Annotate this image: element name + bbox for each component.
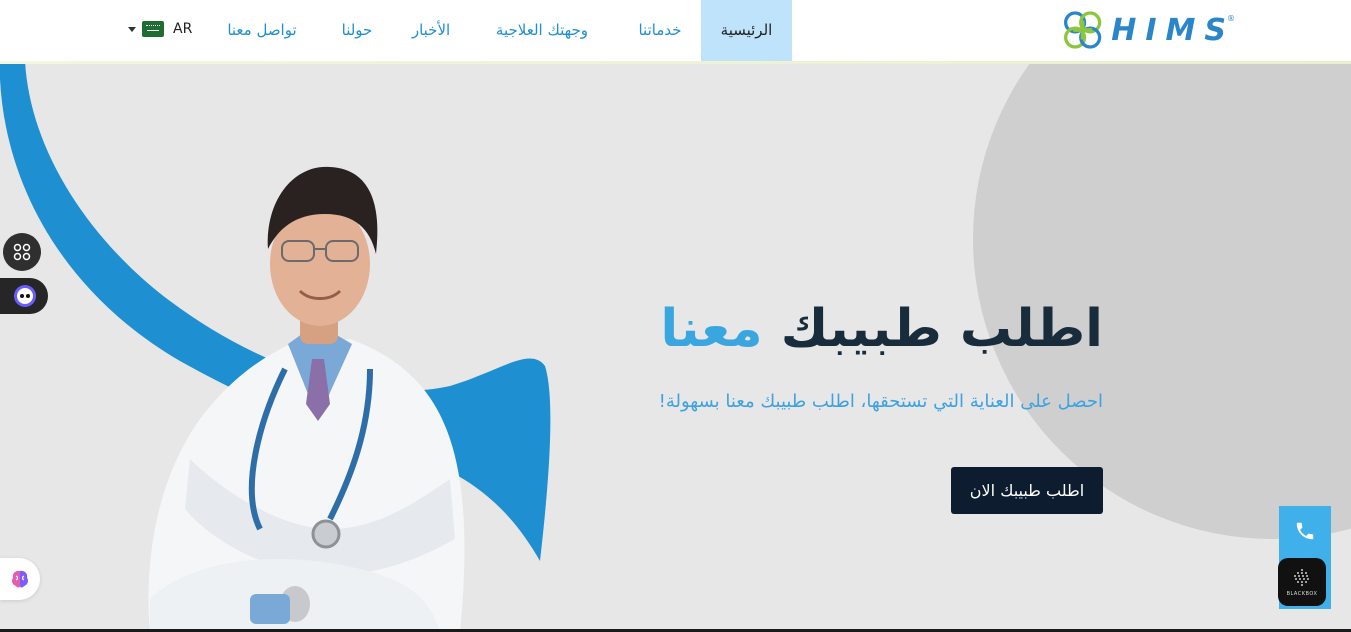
request-doctor-button[interactable]: اطلب طبيبك الان [951, 467, 1103, 514]
doctor-image [148, 166, 465, 632]
phone-icon [1296, 522, 1314, 540]
hero-headline: اطلب طبيبك معنا [660, 299, 1103, 359]
language-selector[interactable]: AR [128, 19, 192, 39]
hero-headline-main: اطلب طبيبك [780, 299, 1103, 359]
apps-widget-button[interactable] [3, 233, 41, 271]
logo-text: HIMS [1111, 12, 1235, 48]
chat-bot-widget[interactable] [0, 278, 48, 314]
nav-services[interactable]: خدماتنا [620, 0, 700, 61]
grid-icon [13, 243, 31, 261]
hero-headline-accent: معنا [660, 299, 763, 359]
hero-top-border [0, 61, 1351, 64]
chat-bot-icon [14, 285, 36, 307]
brain-widget-button[interactable] [0, 558, 40, 600]
site-header: HIMS ® الرئيسية خدماتنا وجهتك العلاجية ا… [0, 0, 1351, 61]
nav-contact[interactable]: تواصل معنا [212, 0, 312, 61]
saudi-flag-icon [142, 21, 164, 37]
blackbox-dots-icon [1294, 569, 1309, 586]
nav-news[interactable]: الأخبار [398, 0, 464, 61]
hero-subtitle: احصل على العناية التي تستحقها، اطلب طبيب… [658, 391, 1103, 412]
blackbox-widget[interactable]: BLACKBOX [1278, 558, 1326, 606]
language-label: AR [173, 21, 193, 37]
nav-home[interactable]: الرئيسية [701, 0, 792, 61]
nav-destination[interactable]: وجهتك العلاجية [478, 0, 606, 61]
nav-about[interactable]: حولنا [325, 0, 389, 61]
logo-clover-icon [1064, 11, 1102, 49]
brain-icon [12, 570, 28, 588]
hero-section: اطلب طبيبك معنا احصل على العناية التي تس… [0, 61, 1351, 632]
hims-logo[interactable]: HIMS ® [1060, 6, 1235, 54]
blackbox-label: BLACKBOX [1286, 591, 1318, 597]
chevron-down-icon [128, 26, 136, 32]
logo-registered: ® [1227, 14, 1235, 23]
